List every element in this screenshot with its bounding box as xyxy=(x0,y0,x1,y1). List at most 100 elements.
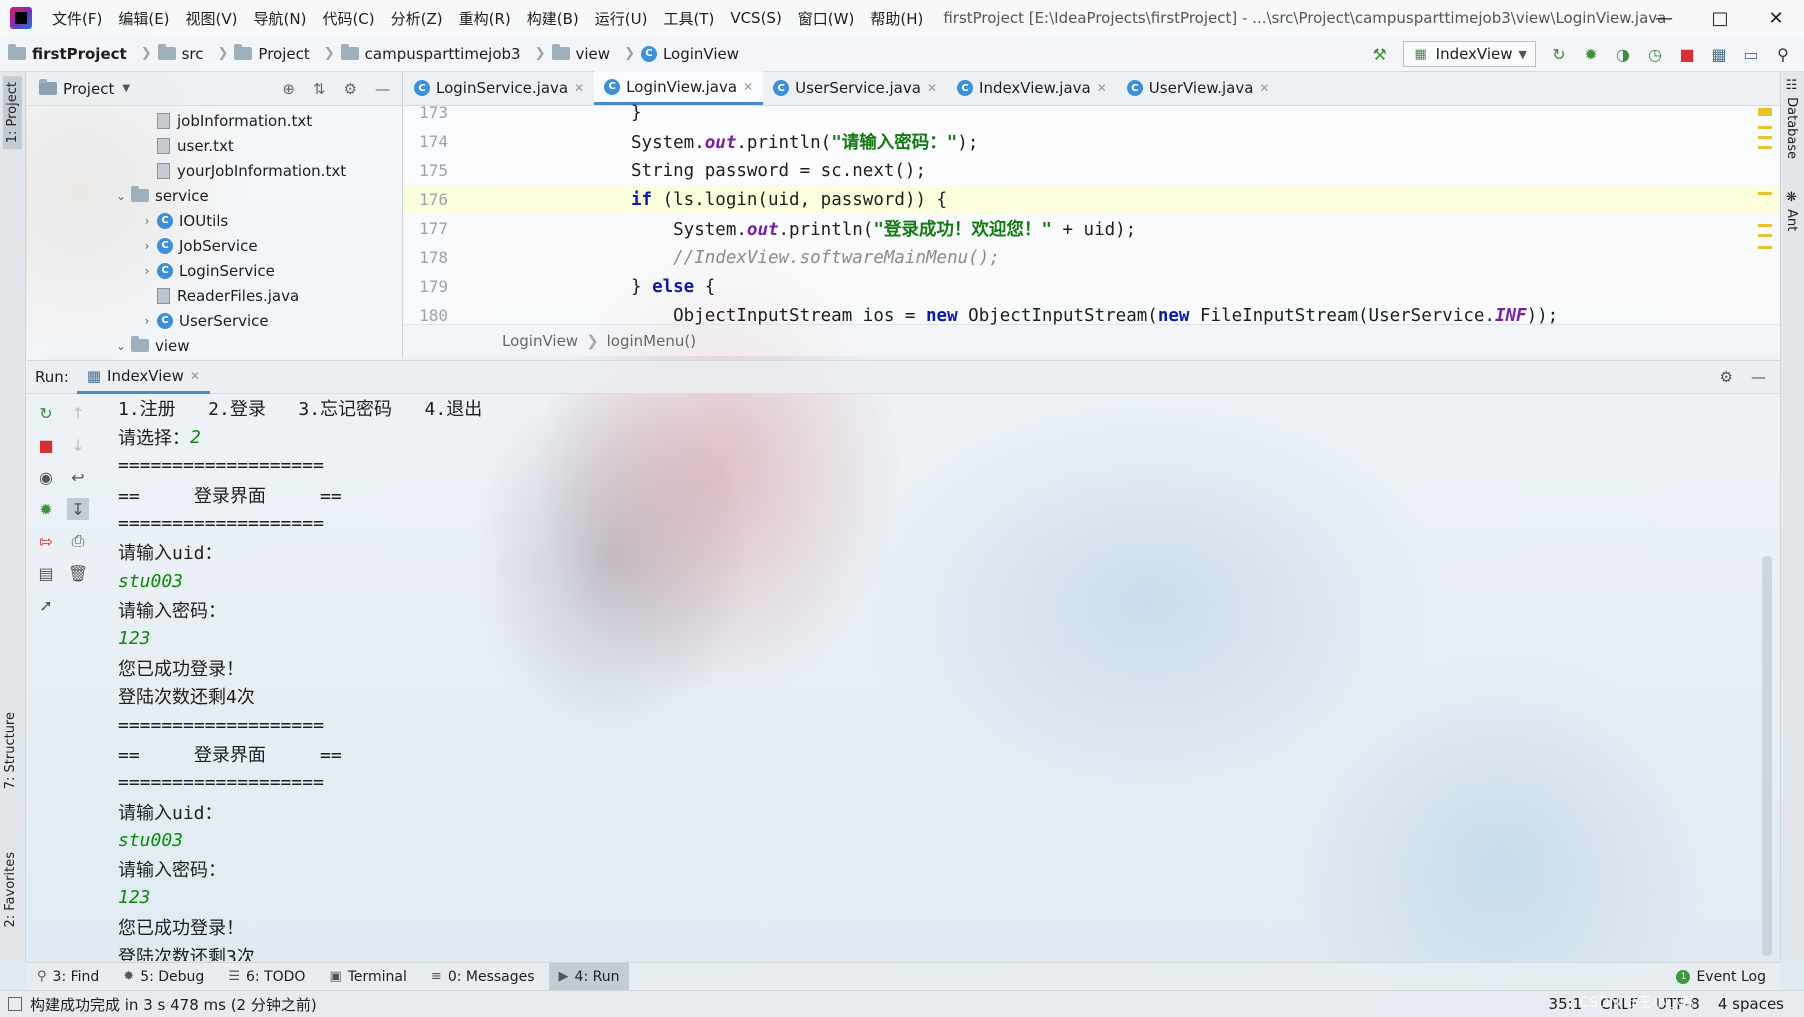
warning-mark[interactable] xyxy=(1758,126,1772,129)
debug-bug-icon[interactable]: ✹ xyxy=(1582,45,1600,64)
close-icon[interactable]: ✕ xyxy=(1748,0,1804,36)
camera-icon[interactable]: ◉ xyxy=(35,466,57,488)
arrow-up-icon[interactable]: ↑ xyxy=(67,402,89,424)
close-tab-icon[interactable]: ✕ xyxy=(1259,81,1269,95)
menu-window[interactable]: 窗口(W) xyxy=(790,8,863,29)
toggle-frame-icon[interactable]: ▭ xyxy=(1742,45,1760,64)
editor-breadcrumb-class[interactable]: LoginView xyxy=(502,332,578,350)
tool-window-button[interactable]: ☰ 6: TODO xyxy=(218,963,315,991)
tool-window-button[interactable]: ✹ 5: Debug xyxy=(113,963,214,991)
chevron-down-icon[interactable]: ▼ xyxy=(122,83,130,94)
debug-bug-icon[interactable]: ✹ xyxy=(35,498,57,520)
tree-item[interactable]: ⌄ view xyxy=(27,333,402,358)
gear-icon[interactable]: ⚙ xyxy=(344,80,357,98)
stop-icon[interactable]: ■ xyxy=(35,434,57,456)
tree-item[interactable]: › C LoginService xyxy=(27,258,402,283)
chevron-right-icon[interactable]: › xyxy=(137,264,157,278)
chevron-down-icon[interactable]: ⌄ xyxy=(111,339,131,353)
warning-mark[interactable] xyxy=(1758,246,1772,249)
console-scrollbar[interactable] xyxy=(1762,556,1772,956)
breadcrumb-package-view[interactable]: ❯ view xyxy=(521,44,610,63)
breadcrumb-package-campus[interactable]: ❯ campusparttimejob3 xyxy=(310,44,521,63)
menu-refactor[interactable]: 重构(R) xyxy=(451,8,519,29)
breadcrumb-src[interactable]: ❯ src xyxy=(127,44,204,63)
print-icon[interactable]: ⎙ xyxy=(67,530,89,552)
chevron-right-icon[interactable]: › xyxy=(137,239,157,253)
breadcrumb-project[interactable]: firstProject xyxy=(0,44,127,63)
warning-mark[interactable] xyxy=(1758,108,1772,116)
hide-icon[interactable]: — xyxy=(1751,368,1766,386)
close-tab-icon[interactable]: ✕ xyxy=(574,81,584,95)
menu-code[interactable]: 代码(C) xyxy=(314,8,382,29)
close-tab-icon[interactable]: ✕ xyxy=(1097,81,1107,95)
rerun-icon[interactable]: ↻ xyxy=(1550,45,1568,64)
soft-wrap-icon[interactable]: ↩ xyxy=(67,466,89,488)
collapse-all-icon[interactable]: ⇅ xyxy=(313,80,326,98)
tab-database-tool[interactable]: ☷ Database xyxy=(1784,78,1799,159)
tab-project-tool[interactable]: 1: Project xyxy=(3,76,22,150)
chevron-right-icon[interactable]: › xyxy=(137,214,157,228)
tree-item[interactable]: jobInformation.txt xyxy=(27,108,402,133)
stop-icon[interactable]: ■ xyxy=(1678,45,1696,64)
status-message[interactable]: 构建成功完成 in 3 s 478 ms (2 分钟之前) xyxy=(0,994,317,1015)
scroll-to-end-icon[interactable]: ↧ xyxy=(67,498,89,520)
chevron-right-icon[interactable]: › xyxy=(137,314,157,328)
tree-item[interactable]: › C IOUtils xyxy=(27,208,402,233)
arrow-down-icon[interactable]: ↓ xyxy=(67,434,89,456)
tree-item[interactable]: yourJobInformation.txt xyxy=(27,158,402,183)
tool-window-button[interactable]: ⚲ 3: Find xyxy=(27,963,109,991)
coverage-icon[interactable]: ◑ xyxy=(1614,45,1632,64)
indent-setting[interactable]: 4 spaces xyxy=(1718,995,1784,1013)
menu-view[interactable]: 视图(V) xyxy=(178,8,246,29)
tool-window-button[interactable]: ▶ 4: Run xyxy=(548,962,630,991)
tab-ant-tool[interactable]: ❋ Ant xyxy=(1784,190,1799,231)
menu-vcs[interactable]: VCS(S) xyxy=(722,9,789,27)
tool-window-button[interactable]: ▣ Terminal xyxy=(319,963,416,991)
menu-edit[interactable]: 编辑(E) xyxy=(110,8,177,29)
tree-item[interactable]: › C UserService xyxy=(27,308,402,333)
run-tab-indexview[interactable]: ▦ IndexView ✕ xyxy=(76,360,210,394)
menu-navigate[interactable]: 导航(N) xyxy=(246,8,315,29)
close-tab-icon[interactable]: ✕ xyxy=(927,81,937,95)
search-icon[interactable]: ⚲ xyxy=(1774,45,1792,64)
minimize-icon[interactable]: — xyxy=(1636,0,1692,36)
warning-mark[interactable] xyxy=(1758,192,1772,195)
gear-icon[interactable]: ⚙ xyxy=(1720,368,1733,386)
profile-icon[interactable]: ◷ xyxy=(1646,45,1664,64)
run-console[interactable]: 1.注册 2.登录 3.忘记密码 4.退出 请选择： 2 ==============… xyxy=(118,394,1768,961)
tool-window-button[interactable]: ≡ 0: Messages xyxy=(421,963,545,991)
trash-icon[interactable]: 🗑 xyxy=(67,562,89,584)
tree-item[interactable]: ReaderFiles.java xyxy=(27,283,402,308)
close-tab-icon[interactable]: ✕ xyxy=(190,369,200,383)
code-editor[interactable]: 173 } 174 System.out.println("请输入密码："); … xyxy=(404,103,1780,326)
event-log-button[interactable]: 1 Event Log xyxy=(1676,969,1780,985)
run-config-select[interactable]: ▦ IndexView ▼ xyxy=(1402,41,1536,67)
warning-mark[interactable] xyxy=(1758,136,1772,139)
tree-item[interactable]: ⌄ service xyxy=(27,183,402,208)
menu-tools[interactable]: 工具(T) xyxy=(655,8,722,29)
close-tab-icon[interactable]: ✕ xyxy=(743,80,753,94)
project-structure-icon[interactable]: ▦ xyxy=(1710,45,1728,64)
hide-icon[interactable]: — xyxy=(375,80,390,98)
editor-breadcrumb-method[interactable]: loginMenu() xyxy=(607,332,696,350)
menu-file[interactable]: 文件(F) xyxy=(44,8,110,29)
tab-favorites-tool[interactable]: 2: Favorites xyxy=(3,852,18,928)
breadcrumb-package-project[interactable]: ❯ Project xyxy=(204,44,310,63)
breadcrumb-class[interactable]: ❯ C LoginView xyxy=(610,45,739,63)
menu-run[interactable]: 运行(U) xyxy=(587,8,656,29)
caret-position[interactable]: 35:1 xyxy=(1549,995,1583,1013)
tree-item[interactable]: user.txt xyxy=(27,133,402,158)
tab-structure-tool[interactable]: 7: Structure xyxy=(3,712,18,789)
build-hammer-icon[interactable]: ⚒ xyxy=(1371,45,1389,64)
chevron-down-icon[interactable]: ⌄ xyxy=(111,189,131,203)
project-panel-title[interactable]: Project xyxy=(63,80,114,98)
error-stripe[interactable] xyxy=(1758,106,1772,326)
rerun-icon[interactable]: ↻ xyxy=(35,402,57,424)
menu-help[interactable]: 帮助(H) xyxy=(862,8,931,29)
menu-analyze[interactable]: 分析(Z) xyxy=(383,8,451,29)
menu-build[interactable]: 构建(B) xyxy=(519,8,587,29)
tree-item[interactable]: › C JobService xyxy=(27,233,402,258)
warning-mark[interactable] xyxy=(1758,224,1772,227)
layout-icon[interactable]: ▤ xyxy=(35,562,57,584)
maximize-icon[interactable]: □ xyxy=(1692,0,1748,36)
